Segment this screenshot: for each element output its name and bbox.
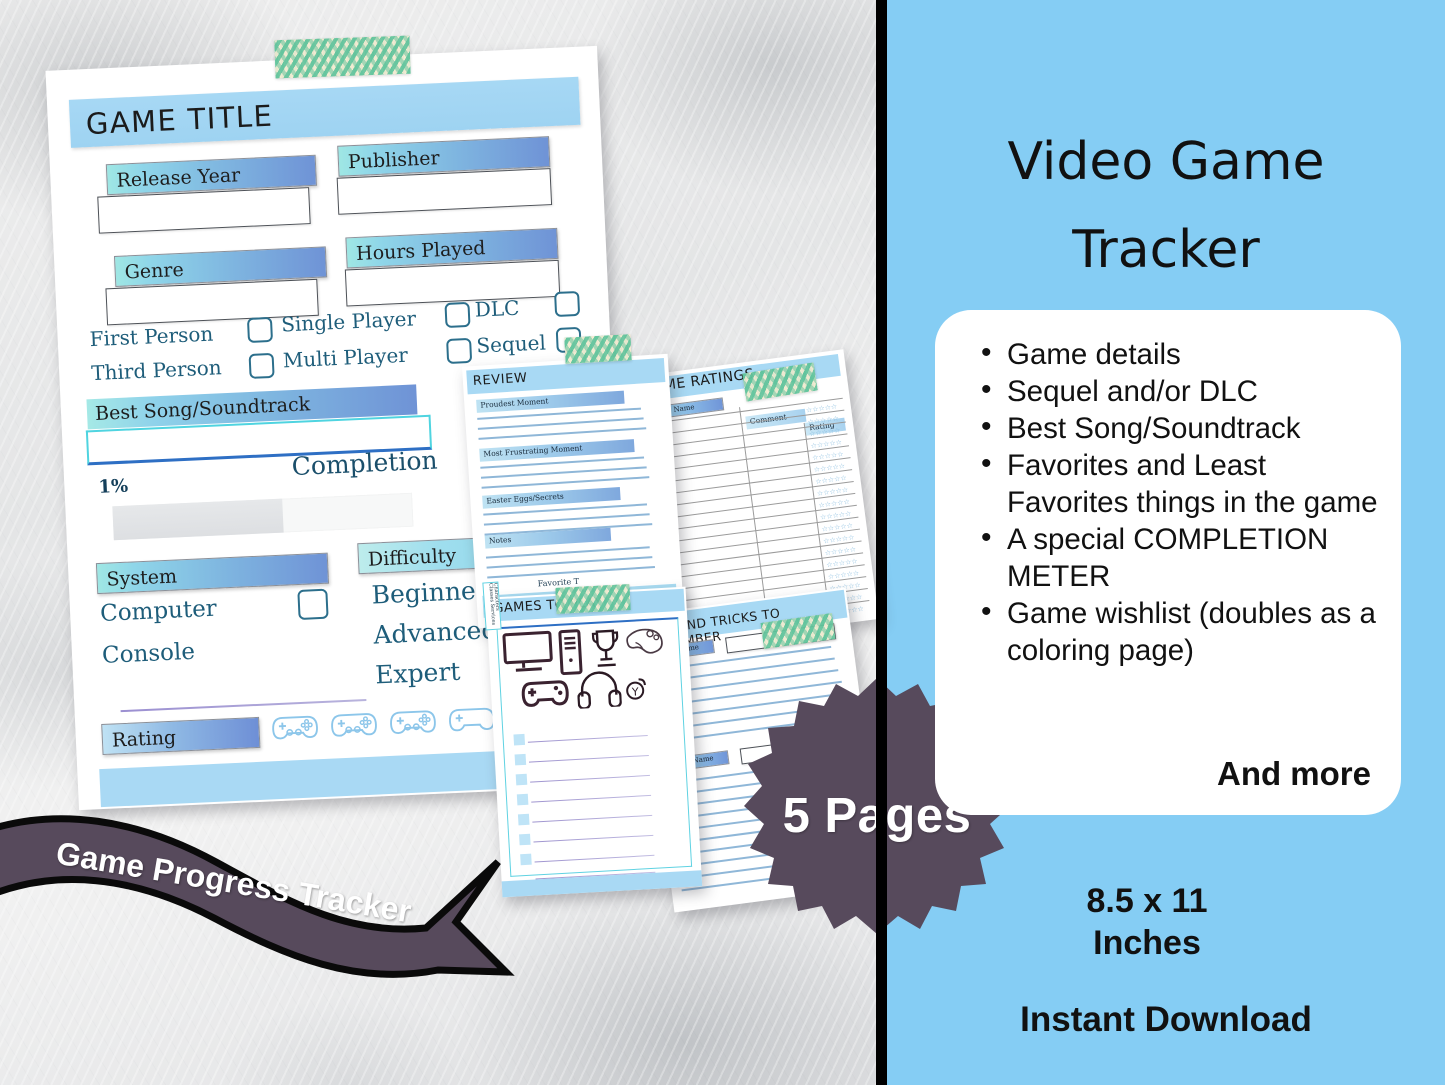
- gamepad-icon[interactable]: [389, 704, 437, 739]
- review-write-line[interactable]: [477, 417, 644, 430]
- option-first-person: First Person: [89, 321, 214, 352]
- completion-meter-fill: [112, 498, 284, 541]
- gamepad-icon[interactable]: [448, 701, 496, 736]
- game-title-text: GAME TITLE: [85, 98, 274, 142]
- review-write-line[interactable]: [478, 427, 647, 440]
- option-multi-player: Multi Player: [282, 342, 409, 373]
- feature-item: Game wishlist (doubles as a coloring pag…: [975, 593, 1389, 669]
- completion-meter[interactable]: [112, 492, 414, 541]
- product-title-line2: Tracker: [1072, 220, 1260, 280]
- print-size-line2: Inches: [1093, 924, 1201, 962]
- gamepad-icon: [521, 680, 569, 707]
- headphones-icon: [577, 671, 622, 709]
- option-third-person: Third Person: [90, 355, 223, 386]
- svg-text:Y: Y: [631, 685, 640, 698]
- controller-icon: [626, 628, 663, 654]
- label-system: System: [95, 552, 330, 595]
- panel-divider: [876, 0, 887, 1085]
- gamepad-icon[interactable]: [330, 707, 378, 742]
- gamepad-icon[interactable]: [271, 709, 319, 744]
- feature-item: Favorites and Least Favorites things in …: [975, 445, 1389, 521]
- ribbon-banner: Game Progress Tracker: [0, 800, 546, 1000]
- print-size: 8.5 x 11 Inches: [887, 880, 1407, 964]
- and-more-label: And more: [1216, 755, 1371, 792]
- review-write-line[interactable]: [481, 476, 650, 489]
- product-title: Video Game Tracker: [887, 118, 1445, 294]
- feature-item: Best Song/Soundtrack: [975, 408, 1389, 447]
- feature-item: Sequel and/or DLC: [975, 371, 1389, 410]
- checkbox-player-1[interactable]: [444, 301, 471, 329]
- label-rating: Rating: [101, 716, 261, 756]
- product-title-line1: Video Game: [1007, 132, 1325, 192]
- gtp-icon-cluster: Y: [502, 624, 667, 721]
- option-expert: Expert: [374, 656, 461, 690]
- option-console: Console: [101, 638, 196, 669]
- checkbox-player-2[interactable]: [446, 337, 473, 364]
- review-title: REVIEW: [472, 370, 528, 390]
- side-tab-characters: Characters Classes Services: [482, 581, 502, 631]
- trophy-icon: [591, 629, 619, 667]
- review-write-line[interactable]: [485, 546, 650, 559]
- review-write-line[interactable]: [483, 513, 650, 526]
- option-beginner: Beginner: [370, 575, 489, 610]
- review-write-line[interactable]: [480, 466, 647, 479]
- washi-tape-top: [274, 35, 411, 79]
- option-computer: Computer: [99, 595, 218, 627]
- option-dlc: DLC: [474, 295, 520, 322]
- gtp-bullet[interactable]: [514, 753, 527, 766]
- washi-tape-review: [564, 334, 632, 364]
- poster-canvas: GAME TITLE Release Year Publisher Genre …: [0, 0, 1445, 1085]
- features-list: Game details Sequel and/or DLC Best Song…: [975, 334, 1389, 669]
- option-sequel: Sequel: [475, 330, 547, 358]
- instant-download-label: Instant Download: [1020, 1000, 1312, 1039]
- print-size-line1: 8.5 x 11: [1086, 882, 1208, 920]
- gtp-bullet[interactable]: [515, 773, 528, 786]
- monitor-icon: [502, 630, 553, 672]
- option-single-player: Single Player: [280, 306, 417, 337]
- label-completion: Completion: [291, 445, 439, 482]
- feature-item: Game details: [975, 334, 1389, 373]
- pc-tower-icon: [558, 629, 583, 676]
- label-notes: Notes: [484, 527, 612, 549]
- completion-percent: 1%: [97, 475, 129, 498]
- checkbox-perspective-2[interactable]: [248, 352, 275, 379]
- review-write-line[interactable]: [486, 556, 653, 569]
- checkbox-perspective-1[interactable]: [246, 316, 274, 343]
- checkbox-dlc[interactable]: [554, 290, 581, 318]
- checkbox-system[interactable]: [297, 588, 329, 620]
- feature-item: A special COMPLETION METER: [975, 519, 1389, 595]
- rating-gamepad-row[interactable]: [271, 701, 496, 744]
- washi-tape-gtp: [555, 584, 631, 614]
- gtp-bullet[interactable]: [513, 733, 526, 746]
- y-button-icon: Y: [626, 678, 646, 700]
- features-card: Game details Sequel and/or DLC Best Song…: [935, 310, 1401, 815]
